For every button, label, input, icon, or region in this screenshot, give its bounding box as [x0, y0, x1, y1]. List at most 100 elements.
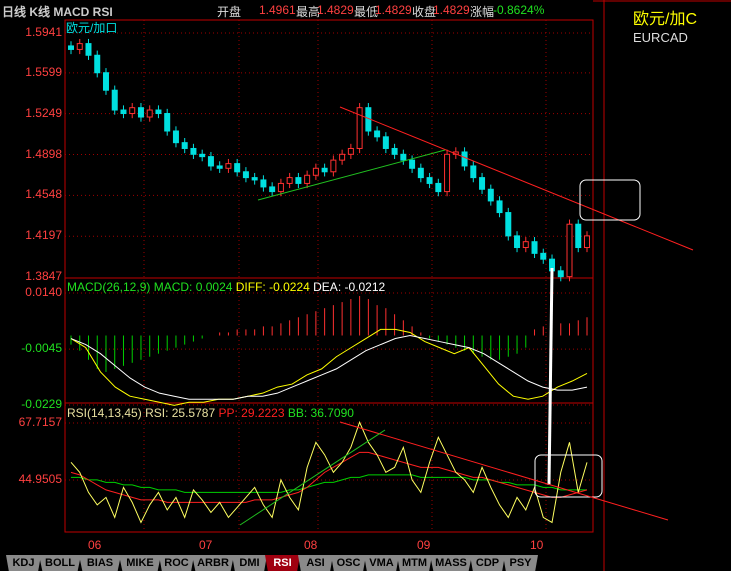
candle-body	[330, 159, 337, 173]
candle-body	[531, 241, 538, 254]
bb-value: BB: 36.7090	[287, 406, 354, 420]
diff-value: DIFF: -0.0224	[235, 280, 310, 294]
candle-body	[426, 177, 433, 184]
candle-body	[514, 235, 521, 249]
candle-body	[286, 177, 293, 184]
diff-line	[70, 328, 588, 406]
candle-body	[111, 89, 118, 111]
candle-body	[234, 163, 241, 173]
rsi-legend: RSI(14,13,45) RSI: 25.5787 PP: 29.2223 B…	[67, 406, 354, 420]
candle-body	[505, 212, 512, 237]
candle-body	[575, 223, 582, 249]
candle-body	[172, 130, 179, 144]
candle-body	[409, 159, 416, 169]
candle-body	[190, 147, 197, 155]
candle-body	[435, 182, 442, 193]
tab-psy[interactable]: PSY	[503, 555, 538, 571]
tab-rsi[interactable]: RSI	[265, 555, 300, 571]
pp-value: PP: 29.2223	[218, 406, 285, 420]
candle-body	[102, 72, 109, 91]
price-tick-label: 1.5941	[25, 25, 62, 39]
candle-body	[400, 153, 407, 161]
dea-line	[70, 334, 588, 400]
candle-body	[487, 188, 494, 202]
trend-line-up	[257, 149, 446, 201]
macd-legend: MACD(26,12,9) MACD: 0.0024 DIFF: -0.0224…	[67, 280, 385, 294]
tab-mtm[interactable]: MTM	[397, 555, 432, 571]
candle-body	[584, 235, 590, 249]
rsi-value: RSI: 25.5787	[145, 406, 216, 420]
candle-body	[347, 147, 354, 155]
macd-label: MACD(26,12,9)	[67, 280, 151, 294]
highlight-box	[579, 179, 641, 221]
candle-body	[321, 167, 328, 173]
price-tick-label: 1.4548	[25, 187, 62, 202]
candle-body	[295, 177, 302, 184]
candle-body	[391, 147, 398, 155]
dea-value: DEA: -0.0212	[313, 280, 386, 294]
candle-body	[277, 182, 284, 193]
tab-mass[interactable]: MASS	[430, 555, 472, 571]
candle-body	[479, 177, 486, 190]
candle-body	[242, 171, 249, 179]
x-tick-label: 07	[199, 538, 213, 552]
tab-dmi[interactable]: DMI	[232, 555, 267, 571]
candle-body	[312, 167, 319, 176]
candle-body	[417, 167, 424, 179]
macd-value: MACD: 0.0024	[153, 280, 233, 294]
tab-boll[interactable]: BOLL	[39, 555, 81, 571]
candle-body	[382, 136, 389, 149]
candle-body	[251, 177, 258, 181]
candle-body	[129, 107, 136, 115]
rsi-trend-line-up	[239, 429, 386, 526]
candle-body	[155, 109, 162, 115]
candle-body	[199, 153, 206, 158]
candle-body	[94, 54, 101, 74]
x-tick-label: 09	[417, 538, 431, 552]
tab-cdp[interactable]: CDP	[470, 555, 505, 571]
candle-body	[137, 107, 144, 118]
macd-tick-label: -0.0045	[21, 341, 62, 356]
tab-arbr[interactable]: ARBR	[192, 555, 234, 571]
tab-mike[interactable]: MIKE	[119, 555, 161, 571]
tab-asi[interactable]: ASI	[298, 555, 333, 571]
candle-body	[68, 45, 74, 50]
rsi-tick-label: 67.7157	[18, 415, 62, 429]
candle-body	[566, 223, 573, 278]
price-tick-label: 1.5599	[25, 64, 62, 79]
candle-body	[374, 130, 381, 138]
candle-body	[164, 113, 171, 132]
price-tick-label: 1.5249	[25, 105, 62, 120]
tab-bias[interactable]: BIAS	[79, 555, 121, 571]
candle-body	[496, 200, 503, 214]
candle-body	[339, 153, 346, 161]
tab-roc[interactable]: ROC	[159, 555, 194, 571]
candle-body	[120, 109, 127, 115]
candle-body	[260, 179, 267, 188]
candle-body	[540, 252, 547, 260]
rsi-tick-label: 44.9505	[18, 472, 62, 486]
candle-body	[216, 165, 223, 169]
candle-body	[225, 163, 232, 169]
candle-body	[269, 186, 276, 193]
vertical-marker	[547, 267, 554, 486]
pp-line	[70, 451, 588, 503]
candle-body	[85, 43, 92, 56]
tab-osc[interactable]: OSC	[331, 555, 366, 571]
rsi-label: RSI(14,13,45)	[67, 406, 142, 420]
price-tick-label: 1.3847	[25, 269, 62, 283]
x-tick-label: 10	[530, 538, 544, 552]
price-tick-label: 1.4197	[25, 228, 62, 243]
candle-body	[557, 270, 564, 278]
tab-kdj[interactable]: KDJ	[6, 555, 41, 571]
tab-vma[interactable]: VMA	[364, 555, 399, 571]
candle-body	[522, 241, 529, 249]
x-tick-label: 08	[304, 538, 318, 552]
x-tick-label: 06	[88, 538, 102, 552]
candle-body	[470, 165, 477, 179]
bb-line	[71, 474, 587, 493]
candle-body	[181, 142, 188, 149]
candle-body	[146, 109, 153, 118]
candle-body	[76, 43, 83, 50]
price-tick-label: 1.4898	[25, 146, 62, 161]
